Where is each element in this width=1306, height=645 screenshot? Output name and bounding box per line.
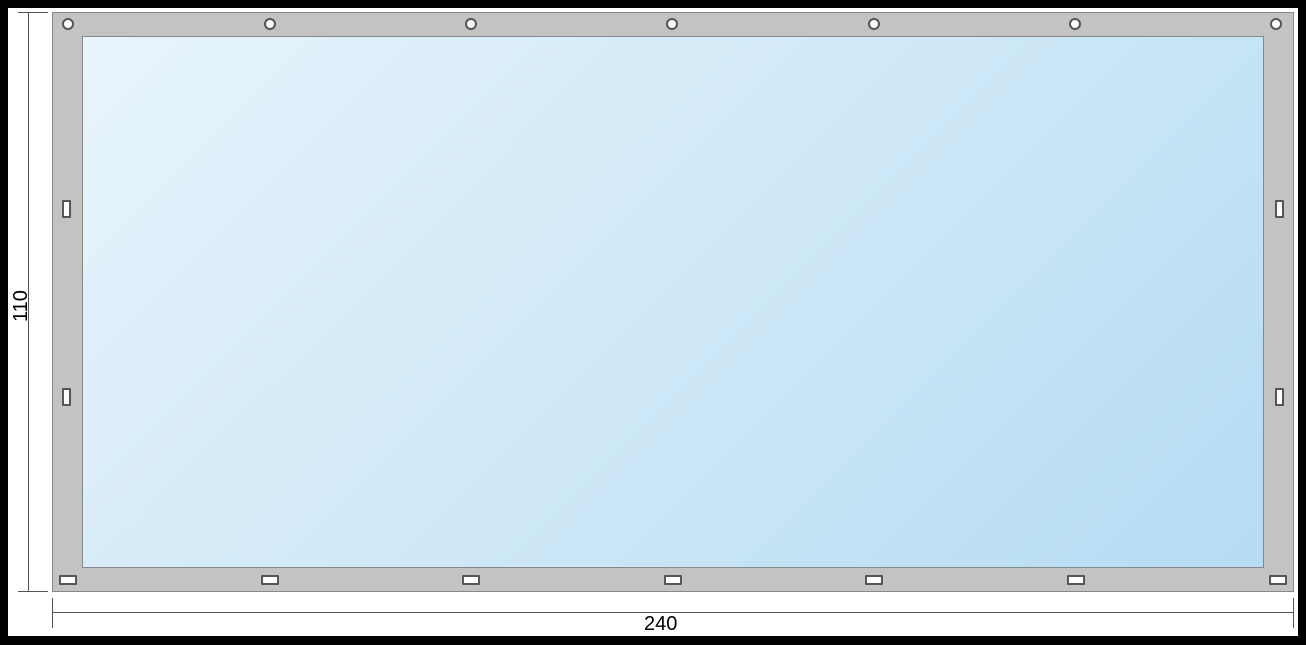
eyelet-rect-icon	[1067, 575, 1085, 585]
eyelet-round-icon	[666, 18, 678, 30]
eyelet-rect-icon	[664, 575, 682, 585]
eyelet-rect-icon	[462, 575, 480, 585]
eyelet-rect-vertical-icon	[62, 388, 71, 406]
diagram-canvas: 110 240	[0, 0, 1306, 645]
eyelet-rect-icon	[1269, 575, 1287, 585]
eyelet-rect-icon	[261, 575, 279, 585]
eyelet-round-icon	[62, 18, 74, 30]
eyelet-round-icon	[264, 18, 276, 30]
dim-tick	[52, 598, 53, 628]
eyelet-round-icon	[465, 18, 477, 30]
dim-tick	[1293, 598, 1294, 628]
height-dimension-label: 110	[10, 290, 33, 322]
eyelet-rect-vertical-icon	[62, 200, 71, 218]
eyelet-rect-vertical-icon	[1275, 388, 1284, 406]
eyelet-rect-icon	[59, 575, 77, 585]
dim-tick	[18, 12, 48, 13]
eyelet-round-icon	[1069, 18, 1081, 30]
eyelet-round-icon	[1270, 18, 1282, 30]
eyelet-rect-vertical-icon	[1275, 200, 1284, 218]
eyelet-round-icon	[868, 18, 880, 30]
panel-inner	[82, 36, 1264, 568]
eyelet-rect-icon	[865, 575, 883, 585]
dim-tick	[18, 591, 48, 592]
width-dimension-label: 240	[640, 613, 681, 636]
